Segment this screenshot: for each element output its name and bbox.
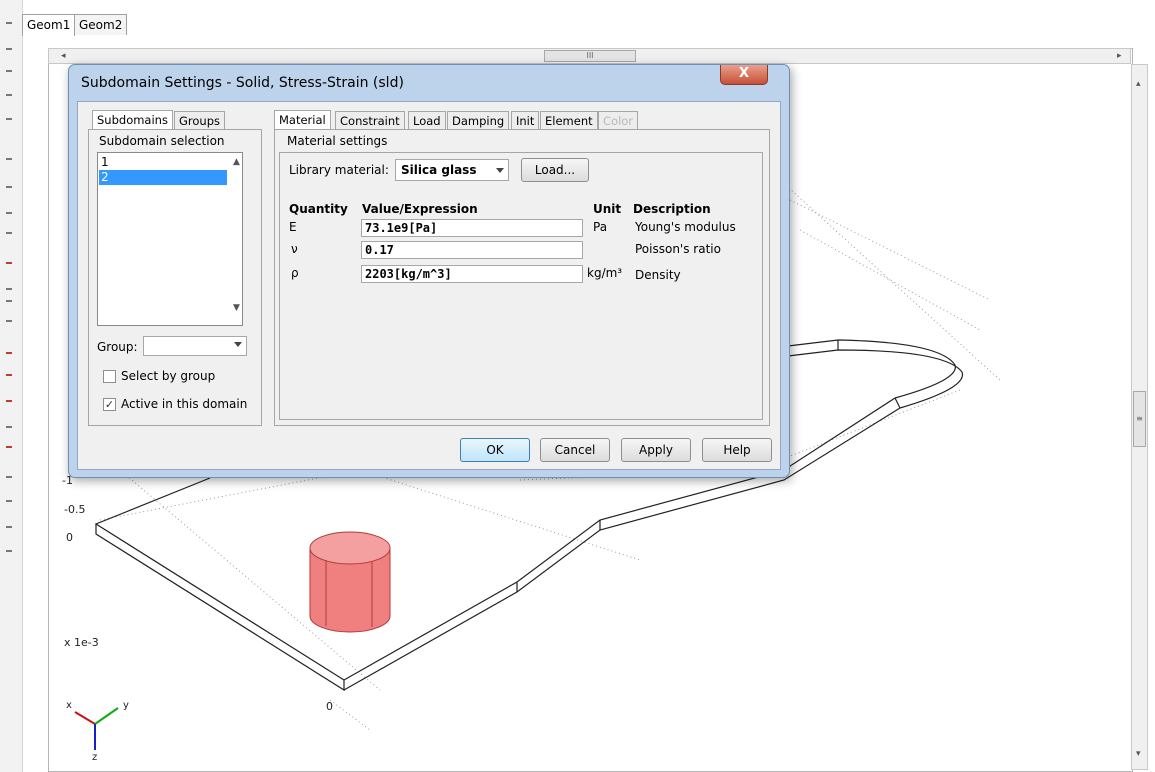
horizontal-scrollbar[interactable]: ◂ III ▸: [48, 48, 1131, 64]
scroll-up-icon[interactable]: ▴: [1136, 79, 1141, 89]
col-header-unit: Unit: [593, 202, 622, 216]
subdomain-settings-dialog: Subdomain Settings - Solid, Stress-Strai…: [68, 64, 790, 478]
scroll-left-icon[interactable]: ◂: [61, 51, 66, 61]
z-axis-label-zero: 0: [66, 531, 73, 544]
close-icon: X: [738, 66, 750, 81]
dialog-body: Subdomains Groups Subdomain selection 1 …: [77, 101, 781, 470]
list-scroll-up-icon[interactable]: ▲: [233, 157, 240, 167]
material-settings-group: [279, 152, 763, 420]
select-by-group-checkbox[interactable]: [103, 370, 116, 383]
active-in-domain-checkbox[interactable]: ✓: [103, 398, 116, 411]
quantity-cell: E: [289, 220, 297, 234]
material-settings-label: Material settings: [287, 134, 388, 148]
tab-init[interactable]: Init: [511, 111, 540, 129]
apply-button[interactable]: Apply: [621, 438, 691, 462]
tab-element[interactable]: Element: [540, 111, 598, 129]
x-axis-label-zero: 0: [326, 700, 333, 713]
vertical-scrollbar[interactable]: ▴ ≡ ▾: [1131, 64, 1148, 770]
col-header-description: Description: [633, 202, 711, 216]
load-material-button[interactable]: Load...: [521, 158, 589, 182]
description-cell: Poisson's ratio: [635, 242, 721, 256]
cancel-button[interactable]: Cancel: [540, 438, 610, 462]
tab-color: Color: [598, 111, 639, 129]
vertical-scroll-thumb[interactable]: ≡: [1133, 391, 1146, 447]
tab-subdomains[interactable]: Subdomains: [92, 110, 173, 130]
library-material-select[interactable]: Silica glass: [395, 159, 509, 181]
chevron-down-icon: [234, 342, 242, 347]
ok-button[interactable]: OK: [460, 438, 530, 462]
tab-load[interactable]: Load: [408, 111, 446, 129]
library-material-label: Library material:: [289, 163, 389, 177]
col-header-quantity: Quantity: [289, 202, 348, 216]
tab-constraint[interactable]: Constraint: [335, 111, 405, 129]
quantity-cell: ρ: [291, 266, 299, 280]
list-item[interactable]: 1: [99, 155, 227, 170]
select-by-group-label: Select by group: [121, 369, 216, 383]
tab-damping[interactable]: Damping: [447, 111, 510, 129]
material-panel: Material settings Library material: Sili…: [274, 129, 770, 426]
library-material-value: Silica glass: [401, 163, 477, 177]
value-expression-field[interactable]: 2203[kg/m^3]: [361, 265, 583, 283]
group-label: Group:: [97, 340, 138, 354]
description-cell: Density: [635, 268, 681, 282]
chevron-down-icon: [496, 168, 504, 173]
triad-z-label: z: [92, 752, 98, 763]
tab-material[interactable]: Material: [274, 110, 331, 130]
list-scroll-down-icon[interactable]: ▼: [233, 303, 240, 313]
group-combobox[interactable]: [143, 336, 247, 356]
subdomain-selection-label: Subdomain selection: [99, 134, 225, 148]
value-expression-field[interactable]: 73.1e9[Pa]: [361, 219, 583, 237]
scroll-right-icon[interactable]: ▸: [1117, 51, 1122, 61]
scroll-grip: III: [586, 51, 594, 60]
axis-triad: [74, 707, 119, 750]
subdomain-list[interactable]: 1 2 ▲ ▼: [97, 152, 243, 326]
close-button[interactable]: X: [720, 65, 768, 85]
list-item[interactable]: 2: [99, 170, 227, 185]
horizontal-scroll-thumb[interactable]: III: [544, 50, 636, 62]
tab-groups[interactable]: Groups: [174, 111, 226, 129]
subdomains-panel: Subdomain selection 1 2 ▲ ▼ Group: Selec…: [88, 129, 262, 426]
triad-y-label: y: [123, 700, 129, 711]
col-header-value: Value/Expression: [362, 202, 478, 216]
dialog-title: Subdomain Settings - Solid, Stress-Strai…: [81, 75, 404, 91]
z-axis-label-minus05: -0.5: [64, 503, 86, 516]
scroll-down-icon[interactable]: ▾: [1136, 749, 1141, 759]
cylinder-solid[interactable]: [309, 531, 391, 633]
value-expression-field[interactable]: 0.17: [361, 241, 583, 259]
unit-cell: Pa: [593, 220, 608, 234]
active-in-domain-label: Active in this domain: [121, 397, 248, 411]
triad-x-label: x: [66, 700, 72, 711]
unit-cell: kg/m³: [587, 266, 623, 280]
axis-scale-label: x 1e-3: [64, 636, 99, 649]
description-cell: Young's modulus: [635, 220, 736, 234]
quantity-cell: ν: [291, 242, 298, 256]
help-button[interactable]: Help: [702, 438, 772, 462]
